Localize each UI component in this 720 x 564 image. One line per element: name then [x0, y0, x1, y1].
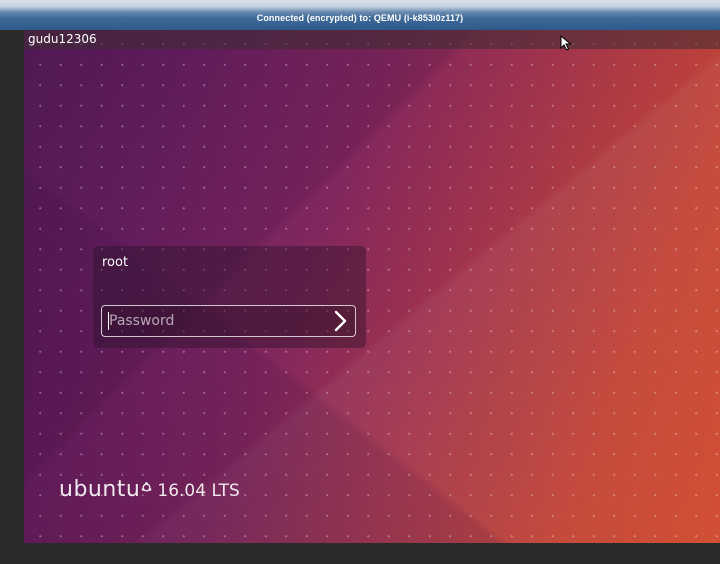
password-input[interactable]	[102, 306, 328, 336]
ubuntu-version: 16.04 LTS	[157, 481, 240, 501]
ubuntu-wordmark: ubuntu	[59, 477, 141, 502]
remote-screen[interactable]: gudu12306 root ubuntu 16.04 LTS	[24, 30, 720, 543]
username-label[interactable]: root	[102, 255, 128, 270]
vnc-connection-status: Connected (encrypted) to: QEMU (i-k853i0…	[256, 13, 464, 23]
circle-of-friends-icon	[141, 480, 152, 498]
top-panel: gudu12306	[24, 30, 720, 49]
login-box: root	[93, 246, 366, 348]
chevron-right-icon	[334, 310, 347, 332]
ubuntu-branding: ubuntu 16.04 LTS	[59, 477, 240, 507]
vnc-title-bar: Connected (encrypted) to: QEMU (i-k853i0…	[0, 0, 720, 30]
password-field[interactable]	[101, 305, 356, 337]
mouse-pointer-icon	[560, 35, 572, 51]
hostname-label: gudu12306	[28, 32, 97, 46]
login-submit-button[interactable]	[329, 309, 351, 333]
